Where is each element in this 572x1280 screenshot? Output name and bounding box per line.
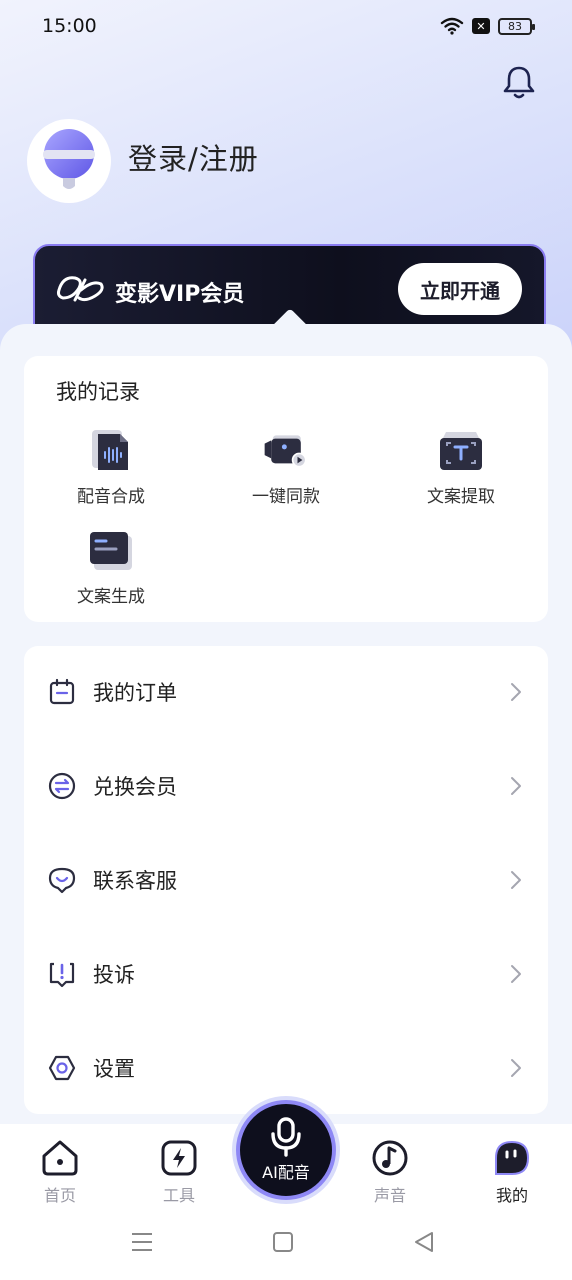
menu-icon[interactable] [132, 1233, 152, 1251]
chevron-right-icon [511, 965, 521, 983]
vip-activate-button[interactable]: 立即开通 [398, 263, 522, 315]
menu-label: 投诉 [93, 963, 135, 987]
text-extract-icon [440, 432, 482, 470]
settings-menu: 我的订单 兑换会员 联系客服 投诉 设置 [24, 646, 548, 1114]
menu-item-complaint[interactable]: 投诉 [24, 944, 548, 1004]
system-nav-bar [132, 1232, 433, 1252]
wifi-icon [440, 17, 464, 35]
record-label: 文案提取 [427, 487, 495, 507]
music-icon [372, 1140, 408, 1176]
status-bar: 15:00 ✕ 83 [0, 0, 572, 52]
no-sim-icon: ✕ [472, 18, 490, 34]
lollipop-avatar-icon [43, 129, 95, 189]
avatar[interactable] [27, 119, 111, 203]
order-icon [49, 678, 75, 705]
login-register-link[interactable]: 登录/注册 [128, 136, 259, 178]
home-square-icon[interactable] [273, 1232, 293, 1252]
menu-label: 联系客服 [93, 869, 177, 893]
text-generate-icon [90, 532, 132, 570]
record-dubbing-synthesis[interactable]: 配音合成 [51, 428, 171, 508]
tab-label: 工具 [162, 1186, 195, 1205]
exchange-icon [48, 772, 76, 800]
tab-label: 首页 [43, 1186, 76, 1205]
tools-icon [161, 1140, 197, 1176]
ai-dubbing-label: AI配音 [262, 1163, 310, 1182]
record-text-generate[interactable]: 文案生成 [51, 528, 171, 608]
microphone-icon [271, 1117, 301, 1157]
menu-item-customer-service[interactable]: 联系客服 [24, 850, 548, 910]
menu-label: 设置 [93, 1057, 135, 1081]
bell-icon[interactable] [502, 64, 536, 100]
tab-tools[interactable]: 工具 [139, 1138, 219, 1206]
chevron-right-icon [511, 871, 521, 889]
customer-service-icon [48, 867, 76, 894]
video-camera-icon [264, 435, 307, 468]
menu-item-settings[interactable]: 设置 [24, 1038, 548, 1098]
settings-icon [48, 1055, 76, 1081]
my-records-card: 我的记录 配音合成 一键同款 文案提取 文案生成 [24, 356, 548, 622]
menu-label: 我的订单 [93, 681, 177, 705]
status-icons: ✕ 83 [440, 17, 535, 35]
record-one-click-same[interactable]: 一键同款 [226, 428, 346, 508]
record-label: 一键同款 [252, 487, 320, 507]
chevron-right-icon [511, 1059, 521, 1077]
tab-sound[interactable]: 声音 [350, 1138, 430, 1206]
chevron-right-icon [511, 777, 521, 795]
ai-dubbing-button[interactable]: AI配音 [236, 1100, 336, 1200]
tab-mine[interactable]: 我的 [472, 1138, 552, 1206]
vip-logo-icon [57, 276, 104, 302]
home-icon [42, 1140, 78, 1176]
complaint-icon [49, 962, 75, 988]
battery-icon: 83 [498, 17, 535, 35]
record-label: 配音合成 [77, 487, 145, 507]
audio-file-icon [92, 430, 128, 470]
menu-item-orders[interactable]: 我的订单 [24, 662, 548, 722]
tab-label: 声音 [373, 1186, 406, 1205]
back-icon[interactable] [415, 1232, 433, 1252]
vip-label: 变影VIP会员 [115, 282, 245, 307]
status-time: 15:00 [42, 15, 97, 37]
tab-home[interactable]: 首页 [20, 1138, 100, 1206]
tab-label: 我的 [495, 1186, 528, 1205]
menu-label: 兑换会员 [93, 775, 177, 799]
profile-icon [495, 1140, 530, 1175]
menu-item-exchange-membership[interactable]: 兑换会员 [24, 756, 548, 816]
chevron-right-icon [511, 683, 521, 701]
record-text-extract[interactable]: 文案提取 [401, 428, 521, 508]
records-title: 我的记录 [56, 380, 140, 404]
record-label: 文案生成 [77, 587, 145, 607]
